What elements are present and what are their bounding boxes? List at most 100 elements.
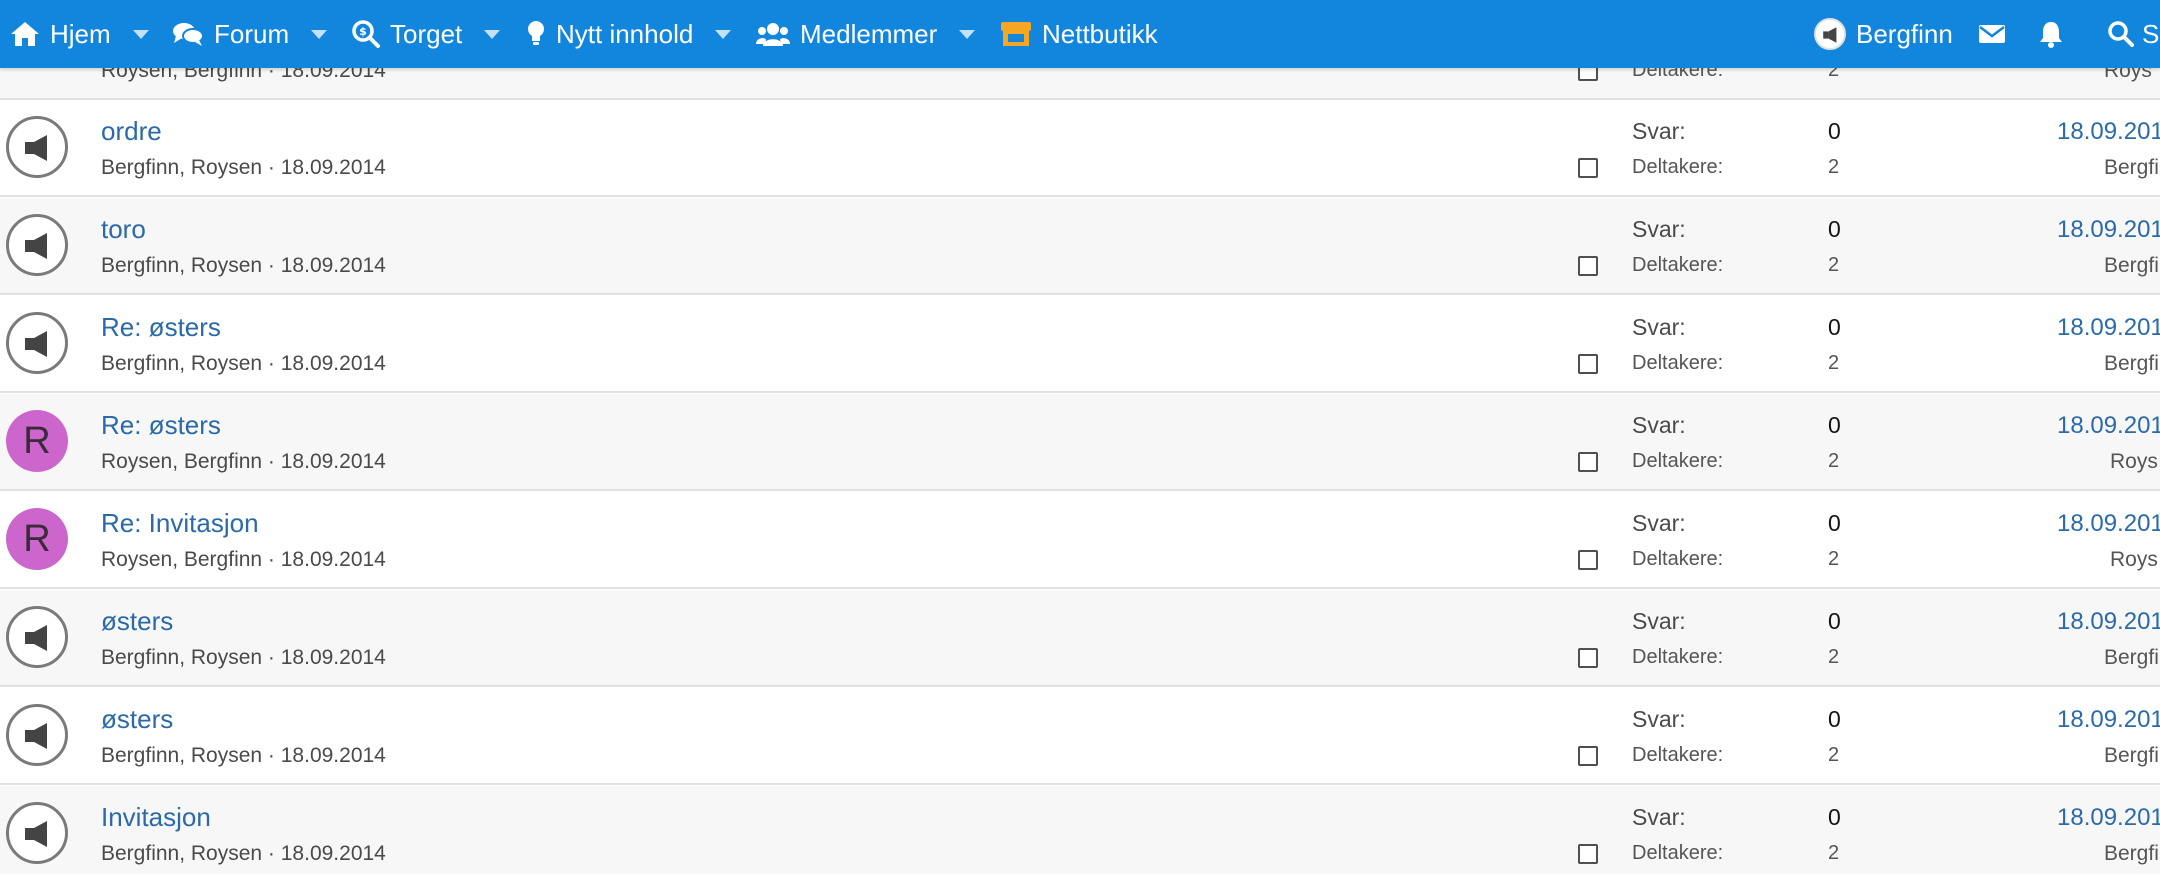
nav-home[interactable]: Hjem — [10, 0, 149, 68]
user-menu[interactable]: Bergfinn — [1814, 0, 1953, 68]
nav-home-label: Hjem — [50, 18, 111, 49]
conversation-title[interactable]: østers — [101, 704, 173, 735]
speaker-icon — [25, 331, 47, 357]
last-post-date[interactable]: 18.09.201 — [2057, 314, 2160, 342]
avatar[interactable] — [6, 802, 68, 864]
nav-shop-label: Nettbutikk — [1042, 18, 1158, 49]
participants-label: Deltakere: — [1632, 450, 1724, 472]
avatar[interactable] — [1814, 18, 1846, 50]
list-item[interactable]: østers Bergfinn, Roysen · 18.09.2014 Sva… — [0, 590, 2160, 687]
participants-label: Deltakere: — [1632, 352, 1724, 374]
money-search-icon: $ — [352, 20, 380, 48]
list-item[interactable]: Re: østers Bergfinn, Roysen · 18.09.2014… — [0, 296, 2160, 393]
last-user[interactable]: Roys — [2110, 548, 2158, 572]
nav-forum[interactable]: Forum — [172, 0, 328, 68]
last-post-date[interactable]: 18.09.201 — [2057, 706, 2160, 734]
nav-new-content[interactable]: Nytt innhold — [526, 0, 732, 68]
conversation-title[interactable]: østers — [101, 606, 173, 637]
nav-members[interactable]: Medlemmer — [756, 0, 976, 68]
list-item[interactable]: R Re: østers Roysen, Bergfinn · 18.09.20… — [0, 394, 2160, 491]
last-post-date[interactable]: 18.09.201 — [2057, 510, 2160, 538]
avatar[interactable] — [6, 704, 68, 766]
list-item[interactable]: R Re: Invitasjon Roysen, Bergfinn · 18.0… — [0, 492, 2160, 589]
inbox-button[interactable] — [1978, 0, 2006, 68]
chevron-down-icon[interactable] — [484, 29, 501, 39]
last-user[interactable]: Bergfi — [2104, 156, 2159, 180]
last-post-date[interactable]: 18.09.201 — [2057, 118, 2160, 146]
list-item[interactable]: toro Bergfinn, Roysen · 18.09.2014 Svar:… — [0, 198, 2160, 295]
replies-label: Svar: — [1632, 804, 1686, 830]
replies-label: Svar: — [1632, 706, 1686, 732]
last-user[interactable]: Bergfi — [2104, 254, 2159, 278]
nav-torget[interactable]: $ Torget — [352, 0, 501, 68]
select-checkbox[interactable] — [1578, 550, 1598, 570]
list-item[interactable]: ordre Bergfinn, Roysen · 18.09.2014 Svar… — [0, 100, 2160, 197]
participants-label: Deltakere: — [1632, 156, 1724, 178]
last-user[interactable]: Roys — [2110, 450, 2158, 474]
last-user[interactable]: Bergfi — [2104, 842, 2159, 866]
select-checkbox[interactable] — [1578, 256, 1598, 276]
avatar[interactable]: R — [6, 410, 68, 472]
replies-count: 0 — [1828, 706, 1841, 732]
conversation-title[interactable]: Invitasjon — [101, 802, 211, 833]
participants-count: 2 — [1828, 254, 1840, 276]
select-checkbox[interactable] — [1578, 452, 1598, 472]
alerts-button[interactable] — [2038, 0, 2064, 68]
replies-count: 0 — [1828, 510, 1841, 536]
nav-members-label: Medlemmer — [800, 18, 938, 49]
search-button[interactable]: S — [2108, 0, 2159, 68]
comments-icon — [173, 23, 204, 46]
conversation-list: R Roysen, Bergfinn · 18.09.2014 Deltaker… — [0, 0, 2160, 874]
participants-label: Deltakere: — [1632, 646, 1724, 668]
avatar[interactable] — [6, 606, 68, 668]
list-item-meta: Bergfinn, Roysen · 18.09.2014 — [101, 646, 386, 669]
list-item[interactable]: østers Bergfinn, Roysen · 18.09.2014 Sva… — [0, 688, 2160, 785]
conversation-title[interactable]: Re: østers — [101, 312, 221, 343]
last-post-date[interactable]: 18.09.201 — [2057, 608, 2160, 636]
replies-label: Svar: — [1632, 314, 1686, 340]
avatar[interactable] — [6, 312, 68, 374]
participants-label: Deltakere: — [1632, 548, 1724, 570]
chevron-down-icon[interactable] — [959, 29, 976, 39]
select-checkbox[interactable] — [1578, 354, 1598, 374]
nav-shop[interactable]: Nettbutikk — [1000, 0, 1158, 68]
chevron-down-icon[interactable] — [715, 29, 732, 39]
nav-forum-label: Forum — [214, 18, 290, 49]
last-user[interactable]: Bergfi — [2104, 646, 2159, 670]
last-user[interactable]: Bergfi — [2104, 744, 2159, 768]
list-item-meta: Bergfinn, Roysen · 18.09.2014 — [101, 352, 386, 375]
chevron-down-icon[interactable] — [311, 29, 328, 39]
last-user[interactable]: Bergfi — [2104, 352, 2159, 376]
replies-label: Svar: — [1632, 216, 1686, 242]
participants-count: 2 — [1828, 744, 1840, 766]
conversation-title[interactable]: ordre — [101, 116, 162, 147]
replies-count: 0 — [1828, 118, 1841, 144]
participants-label: Deltakere: — [1632, 842, 1724, 864]
avatar[interactable] — [6, 214, 68, 276]
select-checkbox[interactable] — [1578, 746, 1598, 766]
select-checkbox[interactable] — [1578, 158, 1598, 178]
participants-count: 2 — [1828, 842, 1840, 864]
search-label: S — [2142, 18, 2160, 49]
participants-count: 2 — [1828, 646, 1840, 668]
conversation-title[interactable]: toro — [101, 214, 146, 245]
list-item-meta: Bergfinn, Roysen · 18.09.2014 — [101, 254, 386, 277]
conversation-title[interactable]: Re: Invitasjon — [101, 508, 259, 539]
last-post-date[interactable]: 18.09.201 — [2057, 216, 2160, 244]
replies-label: Svar: — [1632, 608, 1686, 634]
speaker-icon — [1823, 27, 1837, 43]
conversation-title[interactable]: Re: østers — [101, 410, 221, 441]
avatar[interactable] — [6, 116, 68, 178]
nav-new-content-label: Nytt innhold — [556, 18, 694, 49]
users-icon — [756, 23, 790, 46]
speaker-icon — [25, 723, 47, 749]
last-post-date[interactable]: 18.09.201 — [2057, 804, 2160, 832]
home-icon — [11, 22, 39, 46]
list-item[interactable]: Invitasjon Bergfinn, Roysen · 18.09.2014… — [0, 786, 2160, 874]
select-checkbox[interactable] — [1578, 844, 1598, 864]
svg-text:$: $ — [359, 25, 367, 38]
last-post-date[interactable]: 18.09.201 — [2057, 412, 2160, 440]
select-checkbox[interactable] — [1578, 648, 1598, 668]
avatar[interactable]: R — [6, 508, 68, 570]
chevron-down-icon[interactable] — [132, 29, 149, 39]
